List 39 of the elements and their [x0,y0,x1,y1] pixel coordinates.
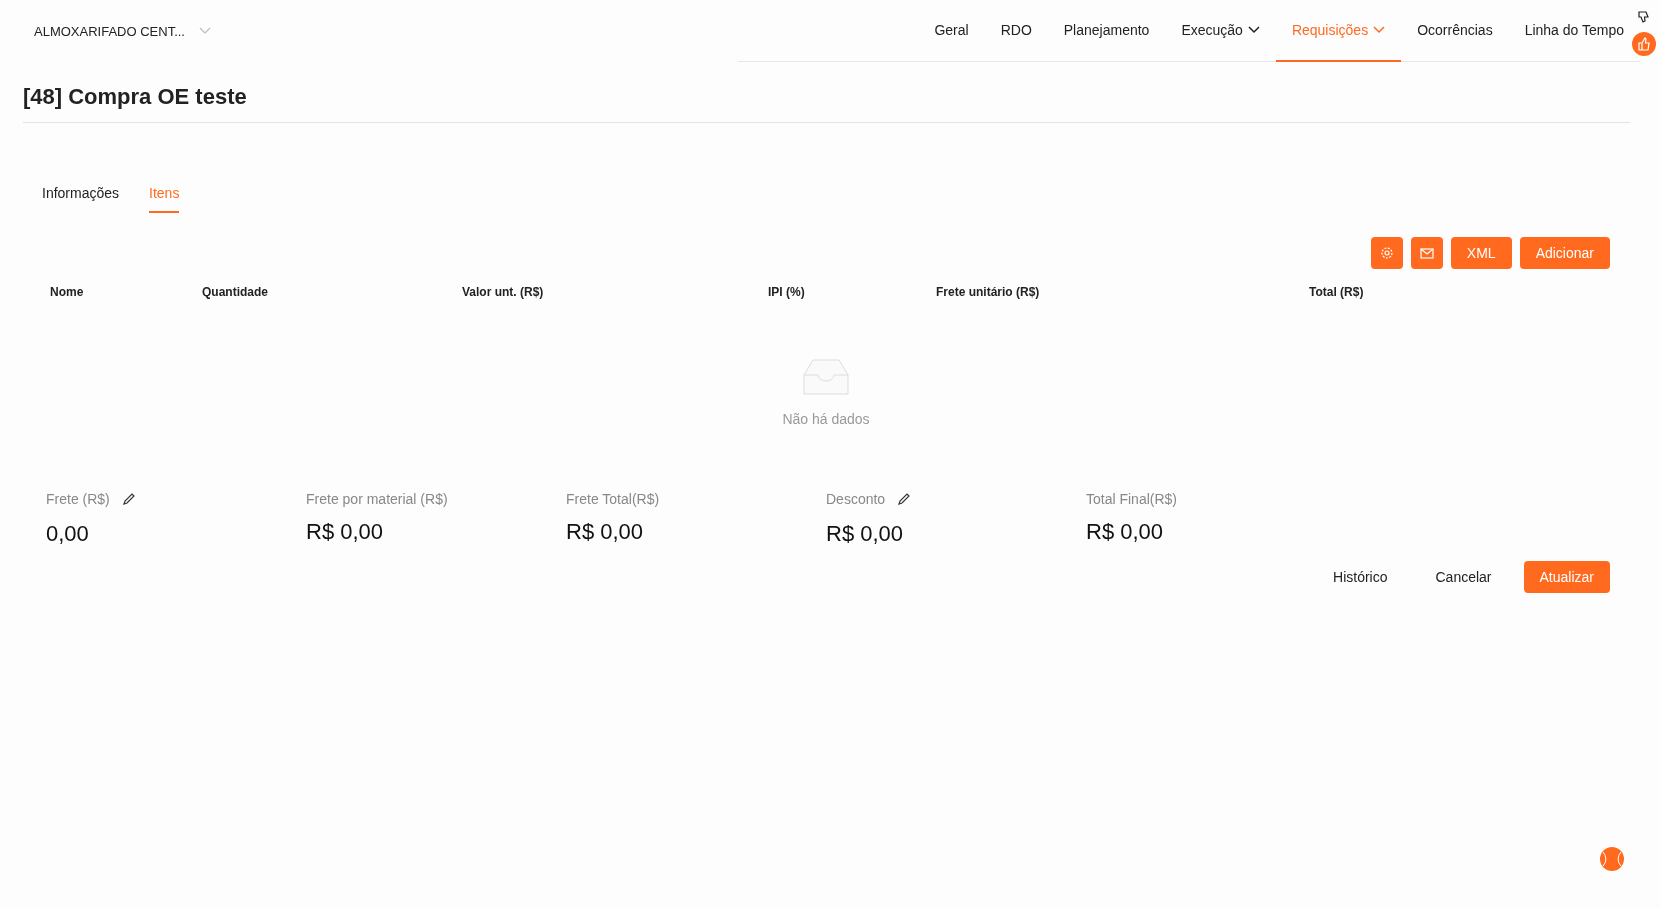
text-button[interactable]: Histórico [1317,561,1404,593]
summary-label: Desconto [826,491,886,507]
ball-icon[interactable] [1600,847,1624,871]
thumbs-down-icon[interactable] [1637,10,1651,24]
nav-tab[interactable]: Linha do Tempo [1508,0,1640,62]
summary-label: Frete (R$) [46,491,110,507]
column-header: Total (R$) [1309,285,1365,299]
column-header: Frete unitário (R$) [936,285,1041,299]
column-header: Quantidade [202,285,269,299]
nav-tab[interactable]: Execução [1165,0,1276,62]
envelope-icon [1419,247,1434,259]
project-dropdown[interactable]: ALMOXARIFADO CENT... [22,0,211,62]
nav-tab[interactable]: Planejamento [1047,0,1166,62]
pencil-icon[interactable] [897,492,912,506]
summary-value: R$ 0,00 [1086,519,1165,545]
nav-tab[interactable]: RDO [984,0,1048,62]
settings-icon [1379,246,1394,260]
email-button[interactable] [1410,237,1443,269]
page-title: [48] Compra OE teste [23,84,1630,123]
summary-value: R$ 0,00 [566,519,645,545]
summary-value: R$ 0,00 [306,519,385,545]
settings-button[interactable] [1370,237,1403,269]
column-header: IPI (%) [768,285,806,299]
thumbs-up-icon[interactable] [1632,32,1656,56]
empty-message: Não há dados [782,411,870,427]
text-button[interactable]: Cancelar [1419,561,1508,593]
column-header: Valor unt. (R$) [462,285,545,299]
nav-tab[interactable]: Ocorrências [1401,0,1509,62]
summary-value: 0,00 [46,521,90,547]
chevron-down-icon [199,27,211,35]
summary-label: Total Final(R$) [1086,491,1178,507]
pencil-icon[interactable] [121,492,136,506]
summary-value: R$ 0,00 [826,521,905,547]
tab[interactable]: Informações [42,185,120,213]
nav-tab[interactable]: Geral [918,0,985,62]
summary-label: Frete por material (R$) [306,491,448,507]
summary-label: Frete Total(R$) [566,491,660,507]
empty-inbox-icon [803,359,849,395]
column-header: Nome [50,285,85,299]
